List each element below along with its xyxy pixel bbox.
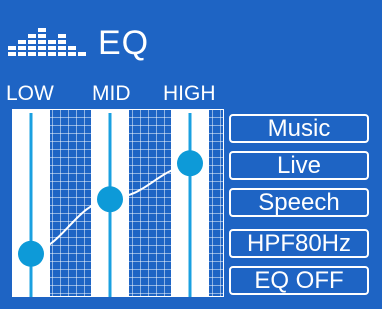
- slider-knob-low[interactable]: [18, 240, 44, 267]
- band-label-mid: MID: [92, 82, 131, 105]
- preset-hpf80hz-button[interactable]: HPF80Hz: [229, 229, 369, 258]
- slider-knob-mid[interactable]: [97, 186, 123, 213]
- slider-knob-high[interactable]: [177, 150, 203, 177]
- eq-screen: EQ LOW MID HIGH Music Live Speech HPF80H…: [0, 0, 382, 309]
- eq-off-button[interactable]: EQ OFF: [229, 266, 369, 295]
- band-label-low: LOW: [6, 82, 54, 105]
- preset-speech-button[interactable]: Speech: [229, 188, 369, 217]
- preset-live-button[interactable]: Live: [229, 151, 369, 180]
- band-label-high: HIGH: [163, 82, 216, 105]
- eq-graph: [12, 109, 224, 297]
- equalizer-bars-icon: [8, 28, 86, 56]
- preset-music-button[interactable]: Music: [229, 114, 369, 143]
- page-title: EQ: [98, 24, 150, 62]
